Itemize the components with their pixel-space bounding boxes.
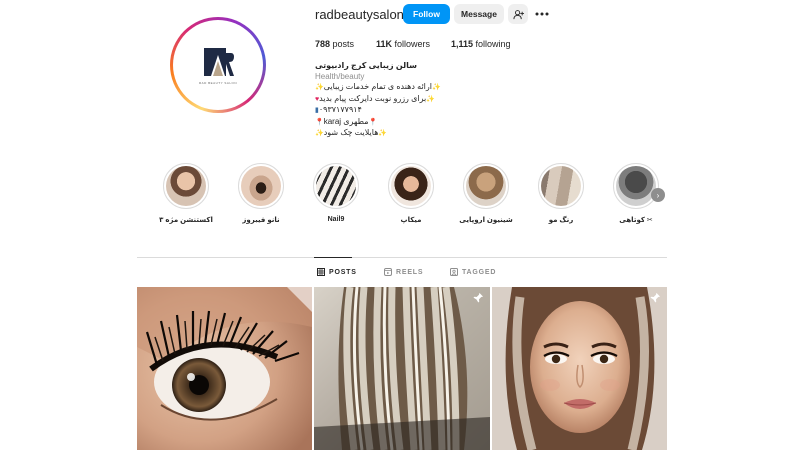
tab-posts[interactable]: POSTS (317, 268, 357, 276)
tab-tagged-label: TAGGED (462, 268, 497, 276)
salon-logo: RAD BEAUTY SALON (177, 24, 259, 106)
chevron-right-icon: › (656, 190, 660, 200)
tab-reels-label: REELS (396, 268, 424, 276)
sparkle-icon: ✨ (315, 130, 324, 137)
bio-category: Health/beauty (315, 71, 365, 81)
logo-caption: RAD BEAUTY SALON (198, 81, 238, 85)
highlight-item[interactable]: شینیون اروپایی (451, 163, 521, 224)
tab-tagged[interactable]: TAGGED (450, 268, 496, 276)
highlight-cover (166, 166, 206, 206)
sparkle-icon: ✨ (378, 130, 388, 137)
posts-count: 788 (315, 39, 331, 49)
post-makeup[interactable] (492, 287, 667, 450)
add-person-icon (512, 9, 524, 19)
following-label: following (475, 39, 511, 49)
tabs-divider (137, 257, 667, 258)
tagged-person-icon (450, 268, 458, 276)
highlight-cover (391, 166, 431, 206)
highlight-label: میکاپ (400, 217, 422, 224)
active-tab-indicator (314, 257, 352, 258)
following-stat[interactable]: 1,115 following (451, 39, 511, 49)
highlight-item[interactable]: Nail9 (301, 163, 371, 223)
post-image (492, 287, 667, 450)
post-image (314, 287, 490, 450)
highlight-label: ✂ کوتاهی (619, 217, 653, 224)
message-button[interactable]: Message (454, 4, 504, 24)
highlight-item[interactable]: رنگ مو (526, 163, 596, 224)
tab-reels[interactable]: REELS (384, 268, 423, 276)
followers-stat[interactable]: 11K followers (376, 39, 430, 49)
followers-label: followers (394, 39, 431, 49)
highlight-item[interactable]: نانو فیبروز (226, 163, 296, 224)
bio-line: ♥برای رزرو نوبت دایرکت پیام بدید✨ (315, 94, 475, 106)
bio-line: ✨ارائه دهنده ی تمام خدمات زیبایی✨ (315, 82, 475, 94)
highlight-label: رنگ مو (548, 217, 574, 224)
highlight-label: Nail9 (327, 216, 345, 223)
post-image (137, 287, 312, 450)
highlight-cover (466, 166, 506, 206)
bio-line: 📍karaj مطهری📍 (315, 117, 475, 129)
followers-count: 11K (376, 39, 393, 49)
highlight-label: نانو فیبروز (242, 217, 280, 224)
highlight-item[interactable]: اکستنشن مژه ۳ (151, 163, 221, 224)
sparkle-icon: ✨ (315, 84, 324, 91)
posts-count-stat: 788 posts (315, 39, 354, 49)
profile-username: radbeautysalon (315, 7, 404, 22)
bio-line: ▮۰۹۳۷۱۷۷۹۱۴ (315, 105, 475, 117)
highlight-label: اکستنشن مژه ۳ (159, 217, 213, 224)
highlight-cover (241, 166, 281, 206)
highlight-cover (541, 166, 581, 206)
location-pin-icon: 📍 (368, 118, 378, 126)
post-hair-color[interactable] (314, 287, 490, 450)
highlight-item[interactable]: میکاپ (376, 163, 446, 224)
profile-bio: سالن زیبایی کرج رادبیوتی Health/beauty ✨… (315, 61, 475, 140)
highlight-label: شینیون اروپایی (459, 217, 513, 224)
highlights-next-button[interactable]: › (651, 188, 665, 202)
more-options-icon[interactable] (532, 6, 552, 22)
grid-icon (317, 268, 325, 276)
bio-name: سالن زیبایی کرج رادبیوتی (315, 61, 417, 70)
scissors-icon: ✂ (646, 217, 653, 224)
follow-button[interactable]: Follow (403, 4, 450, 24)
following-count: 1,115 (451, 39, 474, 49)
reels-icon (384, 268, 392, 276)
pinned-post-icon (650, 292, 661, 303)
highlight-cover (616, 166, 656, 206)
sparkle-icon: ✨ (426, 95, 435, 103)
location-pin-icon: 📍 (315, 118, 324, 126)
suggested-accounts-button[interactable] (508, 4, 528, 24)
posts-label: posts (332, 39, 355, 49)
highlight-cover (316, 166, 356, 206)
post-eyelash-extension[interactable] (137, 287, 312, 450)
profile-avatar[interactable]: RAD BEAUTY SALON (170, 17, 266, 113)
sparkle-icon: ✨ (431, 84, 441, 91)
bio-line: ✨هایلایت چک شود✨ (315, 128, 475, 140)
pinned-post-icon (473, 292, 484, 303)
tab-posts-label: POSTS (329, 268, 357, 276)
